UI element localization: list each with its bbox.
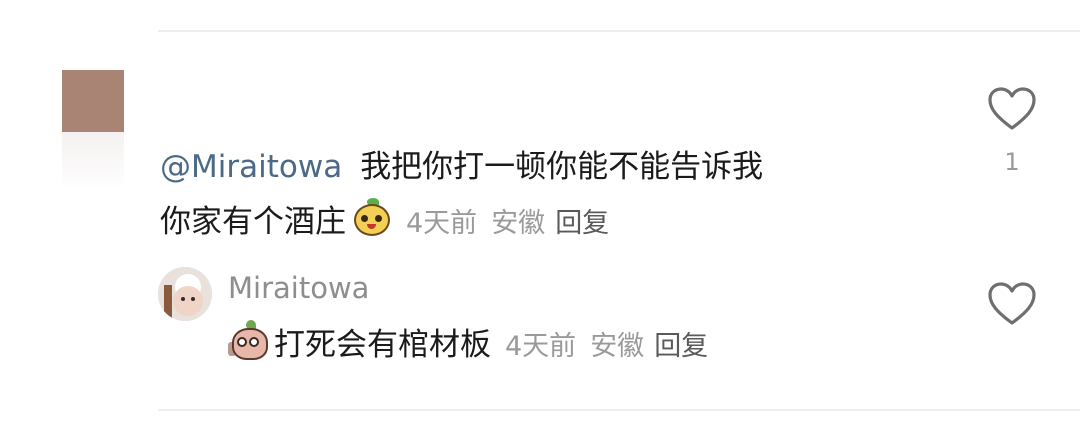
like-button[interactable] (987, 86, 1037, 132)
comment-time: 4天前 (406, 208, 478, 239)
reply-text: 打死会有棺材板 (274, 327, 491, 363)
emoji-icon (352, 198, 392, 238)
reply-region: 安徽 (590, 331, 645, 362)
comment-text-line-2: 你家有个酒庄 (160, 204, 346, 240)
reply-username[interactable]: Miraitowa (228, 268, 369, 308)
avatar-image (158, 267, 212, 321)
reply-time: 4天前 (505, 331, 577, 362)
divider (158, 30, 1080, 32)
comment-thread: @Miraitowa 我把你打一顿你能不能告诉我 你家有个酒庄 4天前 安徽 回复 1… (0, 0, 1080, 441)
avatar[interactable] (62, 70, 124, 132)
heart-outline-icon (988, 282, 1036, 325)
like-count: 1 (1004, 148, 1020, 176)
heart-outline-icon (988, 87, 1036, 130)
comment-text-line-1: 我把你打一顿你能不能告诉我 (360, 149, 764, 185)
comment-region: 安徽 (491, 208, 546, 239)
reply-button[interactable]: 回复 (555, 208, 609, 239)
reply-reply-button[interactable]: 回复 (654, 331, 708, 362)
mention-link[interactable]: @Miraitowa (160, 149, 342, 185)
reply-body[interactable]: 打死会有棺材板 4天前 安徽 回复 (228, 318, 708, 374)
sticker-icon (228, 320, 272, 362)
comment-body[interactable]: @Miraitowa 我把你打一顿你能不能告诉我 你家有个酒庄 4天前 安徽 回复 (160, 140, 940, 251)
reply-like-button[interactable] (987, 281, 1037, 327)
avatar-fade (62, 132, 124, 190)
reply-avatar[interactable] (158, 267, 212, 321)
divider (158, 409, 1080, 411)
